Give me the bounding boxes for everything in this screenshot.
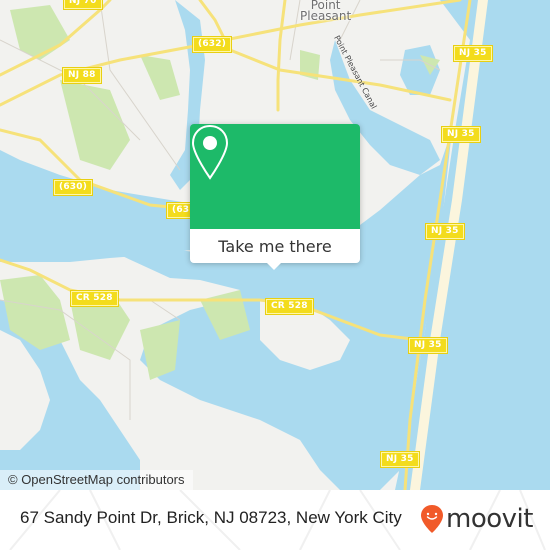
road-shield-630: (630) xyxy=(52,179,94,196)
place-label-point-pleasant: Point Pleasant xyxy=(300,0,351,22)
road-shield: NJ 70 xyxy=(63,0,103,10)
park-3 xyxy=(140,55,180,100)
park-1 xyxy=(10,5,70,60)
road-shield-nj-35: NJ 35 xyxy=(441,126,481,143)
moovit-logo[interactable]: moovit xyxy=(420,504,533,534)
road-shield-nj-88: NJ 88 xyxy=(62,67,102,84)
map-attribution[interactable]: © OpenStreetMap contributors xyxy=(0,470,193,490)
road-shield-nj-35: NJ 35 xyxy=(380,451,420,468)
road-shield-nj-35: NJ 35 xyxy=(453,45,493,62)
footer: 67 Sandy Point Dr, Brick, NJ 08723, New … xyxy=(0,490,550,550)
map-widget: Point Pleasant Point Pleasant Canal NJ 7… xyxy=(0,0,550,550)
road-shield-nj-35: NJ 35 xyxy=(408,337,448,354)
popup-pointer xyxy=(266,262,282,270)
map-pin-icon xyxy=(191,124,229,180)
take-me-there-button[interactable]: Take me there xyxy=(190,229,360,263)
moovit-smile-pin-icon xyxy=(421,505,443,533)
destination-popup: Take me there xyxy=(190,124,360,270)
park-2 xyxy=(60,80,130,170)
road-shield-cr-528: CR 528 xyxy=(70,290,119,307)
destination-address: 67 Sandy Point Dr, Brick, NJ 08723, New … xyxy=(20,508,402,527)
popup-header xyxy=(190,124,360,229)
road-shield-632: (632) xyxy=(191,36,233,53)
place-label-text: Point Pleasant xyxy=(300,0,352,23)
road-shield-nj-35: NJ 35 xyxy=(425,223,465,240)
map-canvas[interactable]: Point Pleasant Point Pleasant Canal NJ 7… xyxy=(0,0,550,490)
lake-ne xyxy=(400,45,440,95)
moovit-logo-text: moovit xyxy=(446,504,533,534)
road-shield-cr-528: CR 528 xyxy=(265,298,314,315)
